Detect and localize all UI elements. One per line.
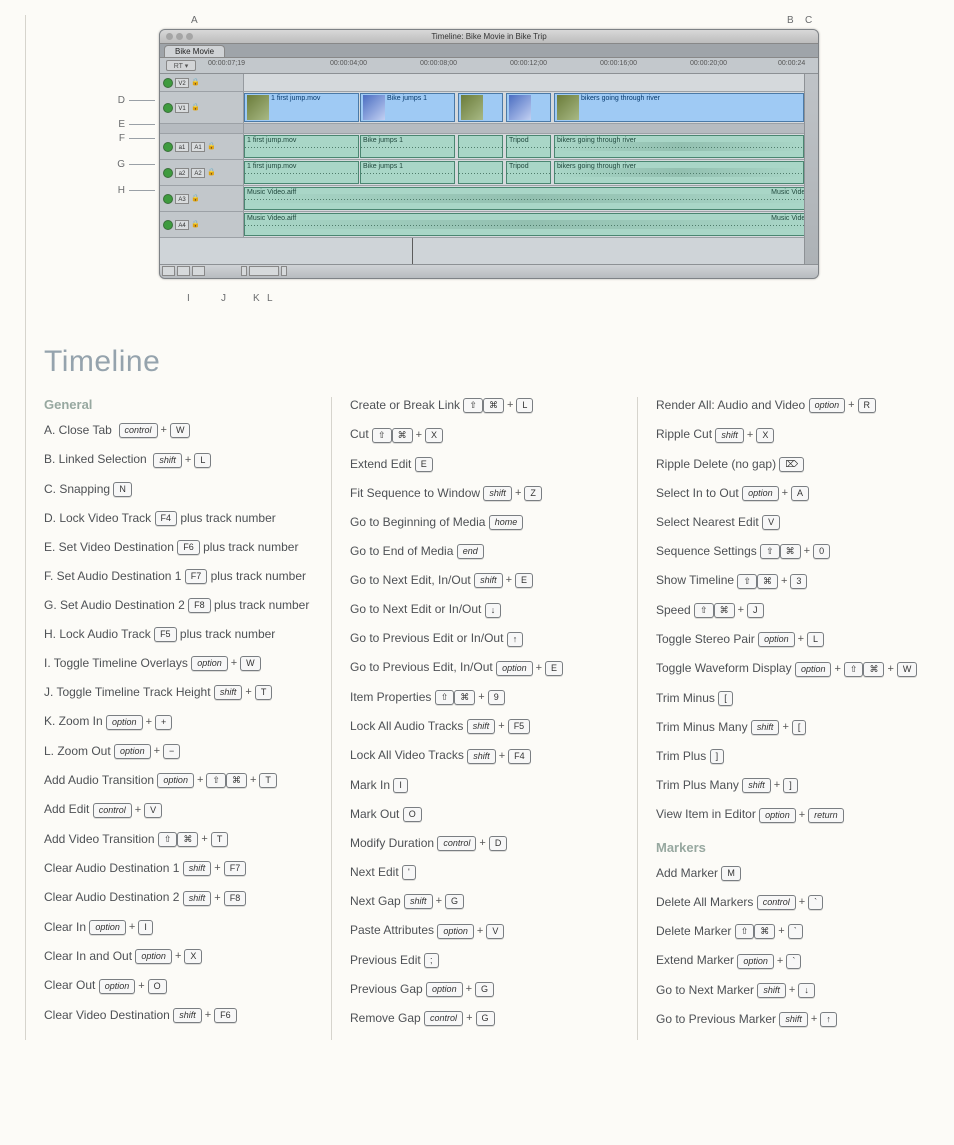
timeline-window: Timeline: Bike Movie in Bike Trip Bike M… xyxy=(159,29,819,279)
track-a2: a2A2🔒 1 first jump.mov Bike jumps 1 Trip… xyxy=(160,160,818,186)
traffic-lights xyxy=(166,33,193,40)
page-title: Timeline xyxy=(44,345,929,379)
heading-markers: Markers xyxy=(656,840,929,855)
callout-c: C xyxy=(805,15,812,26)
track-v2: V2🔒 xyxy=(160,74,818,92)
track-v1: V1🔒 1 first jump.mov Bike jumps 1 bikers… xyxy=(160,92,818,124)
callout-j: J xyxy=(221,293,226,304)
callout-d: D xyxy=(95,95,125,106)
callout-h: H xyxy=(95,185,125,196)
callout-b: B xyxy=(787,15,794,26)
callout-l: L xyxy=(267,293,273,304)
callout-f: F xyxy=(95,133,125,144)
col-general: General A. Close Tab control+W B. Linked… xyxy=(44,397,332,1040)
window-titlebar: Timeline: Bike Movie in Bike Trip xyxy=(160,30,818,44)
sequence-tab: Bike Movie xyxy=(164,45,225,57)
col-3: Render All: Audio and Video option+R Rip… xyxy=(638,397,929,1040)
tab-bar: Bike Movie xyxy=(160,44,818,58)
track-a3: A3🔒 Music Video.aiffMusic Video.a xyxy=(160,186,818,212)
bottom-bar xyxy=(160,264,818,278)
track-a1: a1A1🔒 1 first jump.mov Bike jumps 1 Trip… xyxy=(160,134,818,160)
timeline-screenshot: A B C D E F G H Timeline: Bike Movie in … xyxy=(159,15,879,305)
window-title: Timeline: Bike Movie in Bike Trip xyxy=(431,32,546,41)
callout-a: A xyxy=(191,15,198,26)
callout-k: K xyxy=(253,293,260,304)
scrollbar-v xyxy=(804,74,818,264)
callout-g: G xyxy=(95,159,125,170)
heading-general: General xyxy=(44,397,317,412)
callout-e: E xyxy=(95,119,125,130)
current-timecode: 00:00:07;19 xyxy=(208,60,245,67)
callout-i: I xyxy=(187,293,190,304)
track-a4: A4🔒 Music Video.aiffMusic Video.a xyxy=(160,212,818,238)
timeline-ruler: RT ▾ 00:00:07;19 00:00:04;00 00:00:08;00… xyxy=(160,58,818,74)
rt-popup: RT ▾ xyxy=(166,60,196,71)
col-2: Create or Break Link ⇧⌘+L Cut ⇧⌘+X Exten… xyxy=(332,397,638,1040)
